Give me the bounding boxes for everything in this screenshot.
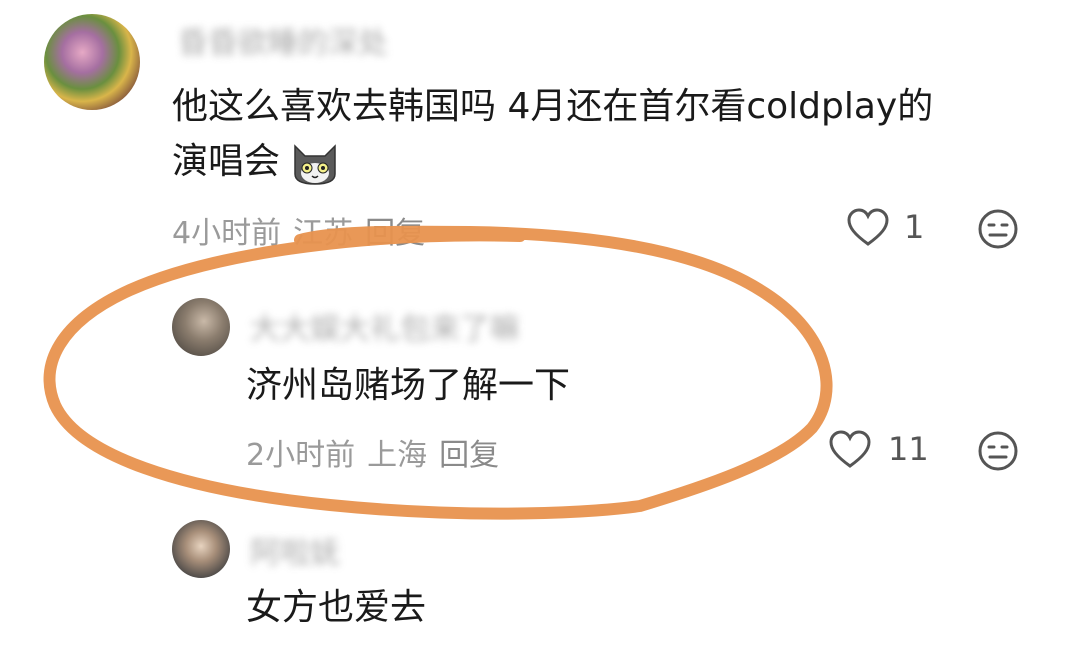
annotation-circle bbox=[43, 225, 833, 520]
